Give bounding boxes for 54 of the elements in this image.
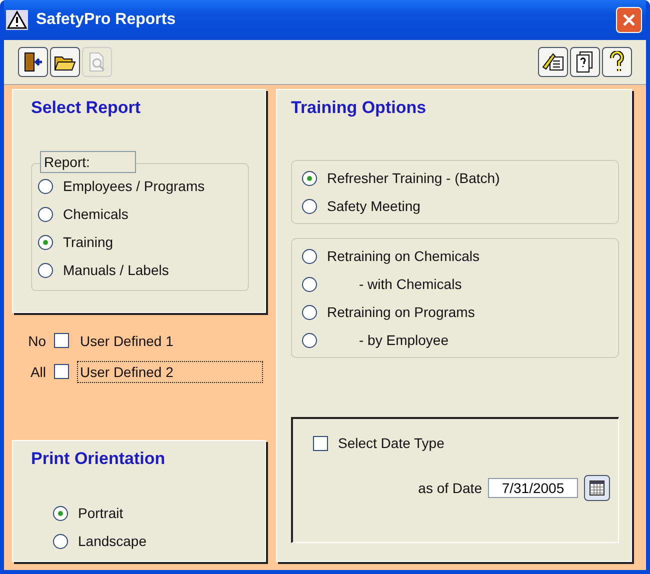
radio-button[interactable]: [53, 506, 68, 520]
radio-button[interactable]: [302, 170, 317, 186]
option-label: Chemicals: [63, 206, 128, 222]
panel-heading: Select Report: [31, 97, 142, 119]
close-button[interactable]: [616, 7, 642, 33]
option-label: Manuals / Labels: [63, 262, 169, 278]
window-title: SafetyPro Reports: [36, 11, 177, 29]
warning-triangle-icon: [6, 10, 28, 30]
option-label: Refresher Training - (Batch): [327, 170, 500, 186]
toolbar-button[interactable]: [602, 47, 632, 77]
option-label: Landscape: [78, 533, 147, 549]
prefix-label: All: [29, 364, 46, 380]
print-preview-icon: [87, 51, 107, 73]
calendar-button[interactable]: [584, 475, 610, 501]
help-icon: [608, 51, 626, 73]
exit-door-icon: [22, 51, 44, 73]
close-icon: [622, 13, 636, 27]
toolbar-button[interactable]: [538, 47, 568, 77]
option-label: Portrait: [78, 505, 124, 521]
radio-button[interactable]: [53, 534, 68, 548]
radio-button[interactable]: [302, 198, 317, 214]
checkbox[interactable]: [54, 333, 69, 348]
toolbar-button[interactable]: [50, 47, 80, 77]
radio-button[interactable]: [38, 206, 53, 222]
calendar-icon: [589, 480, 605, 496]
checkbox[interactable]: [313, 436, 328, 450]
option-label: - with Chemicals: [358, 276, 462, 292]
option-label: Retraining on Programs: [327, 304, 475, 320]
help-document-icon: [575, 51, 595, 73]
checkbox-label: User Defined 2: [77, 360, 263, 382]
prefix-label: No: [27, 332, 46, 348]
date-label: as of Date: [418, 480, 482, 496]
panel-heading: Print Orientation: [31, 448, 166, 470]
checkbox-label: User Defined 1: [79, 332, 174, 350]
radio-button[interactable]: [302, 248, 317, 264]
checkbox-label: Select Date Type: [338, 435, 444, 451]
option-label: Training: [63, 234, 114, 250]
radio-button[interactable]: [38, 234, 53, 250]
toolbar-button[interactable]: [18, 47, 48, 77]
radio-button[interactable]: [302, 276, 317, 292]
panel-heading: Training Options: [291, 97, 428, 119]
radio-button[interactable]: [302, 332, 317, 348]
option-label: Retraining on Chemicals: [327, 248, 480, 264]
pencil-form-icon: [541, 51, 565, 73]
radio-button[interactable]: [38, 178, 53, 194]
radio-button[interactable]: [302, 304, 317, 320]
group-label: Report:: [40, 151, 136, 173]
option-label: Safety Meeting: [327, 198, 420, 214]
option-label: Employees / Programs: [63, 178, 205, 194]
option-label: - by Employee: [358, 332, 448, 348]
checkbox[interactable]: [54, 364, 69, 379]
date-field[interactable]: 7/31/2005: [488, 478, 578, 498]
toolbar-button[interactable]: [570, 47, 600, 77]
radio-button[interactable]: [38, 262, 53, 278]
